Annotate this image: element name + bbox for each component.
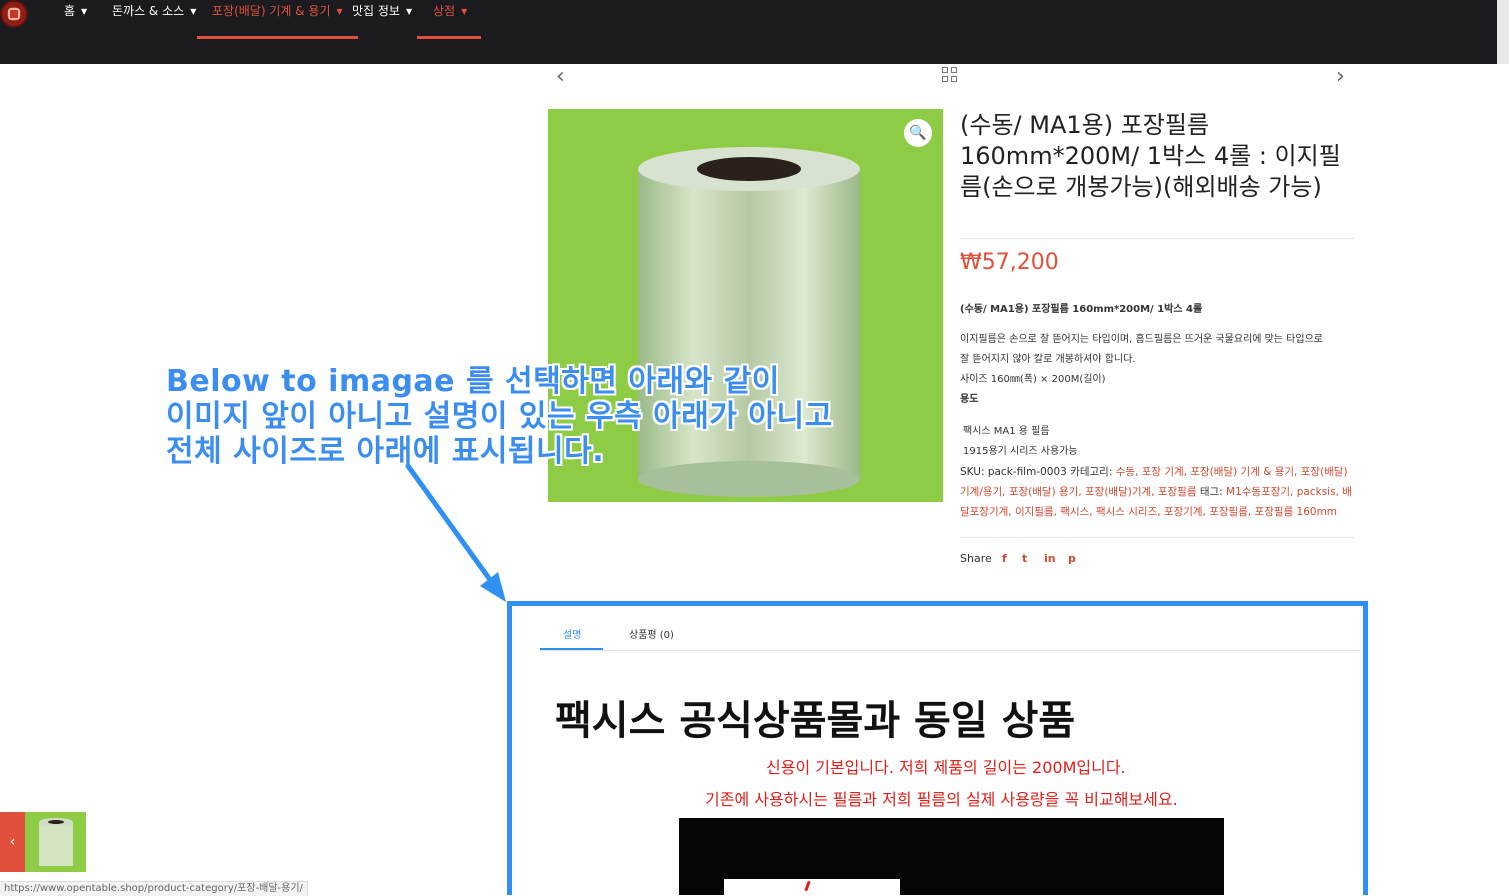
next-product-icon[interactable]: ›: [1336, 64, 1345, 89]
nav-label: 홈: [64, 4, 76, 18]
annotation-text: Below to imagae 를 선택하면 아래와 같이 이미지 앞이 아니고…: [166, 364, 833, 469]
chevron-down-icon: ▼: [81, 7, 88, 16]
status-bar-url: https://www.opentable.shop/product-categ…: [0, 881, 308, 896]
chevron-left-icon[interactable]: ‹: [0, 812, 25, 872]
top-navigation-bar: 홈 ▼ 돈까스 & 소스 ▼ 포장(배달) 기계 & 용기 ▼ 맛집 정보 ▼ 상점 ▼: [0, 0, 1509, 64]
nav-label: 상점: [433, 4, 456, 18]
pinterest-icon[interactable]: p: [1068, 552, 1076, 565]
product-price: ₩57,200: [960, 250, 1059, 275]
nav-label: 돈까스 & 소스: [112, 4, 185, 18]
chevron-down-icon: ▼: [190, 7, 197, 16]
nav-item-restaurants[interactable]: 맛집 정보 ▼: [352, 3, 412, 36]
nav-item-shop[interactable]: 상점 ▼: [417, 3, 482, 39]
chevron-down-icon: ▼: [336, 7, 343, 16]
category-label: 카테고리:: [1070, 466, 1113, 478]
nav-item-packaging[interactable]: 포장(배달) 기계 & 용기 ▼: [197, 3, 358, 39]
tag-label: 태그:: [1199, 486, 1223, 498]
nav-item-tonkatsu[interactable]: 돈까스 & 소스 ▼: [112, 3, 196, 36]
facebook-icon[interactable]: f: [1002, 552, 1007, 565]
zoom-icon[interactable]: 🔍: [904, 119, 932, 147]
size-line: 사이즈 160㎜(폭) × 200M(길이): [960, 374, 1106, 385]
annotation-line: 이미지 앞이 아니고 설명이 있는 우측 아래가 아니고: [166, 399, 833, 434]
nav-label: 포장(배달) 기계 & 용기: [212, 4, 331, 18]
annotation-arrow: [405, 463, 506, 602]
description-heading: 팩시스 공식상품몰과 동일 상품: [555, 698, 1076, 744]
tab-reviews[interactable]: 상품평 (0): [629, 626, 674, 641]
description-line: 이지필름은 손으로 잘 뜯어지는 타입이며, 홈드필름은 뜨거운 국물요리에 맞…: [960, 334, 1323, 345]
short-description-title: (수동/ MA1용) 포장필름 160mm*200M/ 1박스 4롤: [960, 304, 1203, 315]
annotation-line: Below to imagae 를 선택하면 아래와 같이: [166, 364, 780, 399]
product-meta: SKU: pack-film-0003 카테고리: 수동, 포장 기계, 포장(…: [960, 462, 1355, 522]
share-label: Share: [960, 552, 992, 565]
description-text: 기존에 사용하시는 필름과 저희 필름의 실제 사용량을 꼭 비교해보세요.: [705, 790, 1178, 809]
site-logo[interactable]: [0, 0, 28, 28]
description-line: 잘 뜯어지지 않아 칼로 개봉하셔야 합니다.: [960, 354, 1136, 365]
scrollbar[interactable]: [1497, 0, 1509, 64]
twitter-icon[interactable]: t: [1022, 552, 1027, 565]
tab-description[interactable]: 설명: [563, 626, 581, 641]
divider: [960, 238, 1355, 239]
product-title: (수동/ MA1용) 포장필름 160mm*200M/ 1박스 4롤 : 이지필…: [960, 111, 1341, 201]
product-thumbnail[interactable]: [25, 812, 86, 872]
description-text: 신용이 기본입니다. 저희 제품의 길이는 200M입니다.: [766, 758, 1126, 777]
chevron-down-icon: ▼: [461, 7, 468, 16]
linkedin-icon[interactable]: in: [1044, 552, 1056, 565]
sku: SKU: pack-film-0003: [960, 466, 1067, 478]
previous-product-icon[interactable]: ‹: [556, 64, 565, 89]
usage-label: 용도: [960, 394, 979, 405]
divider: [960, 537, 1355, 538]
nav-item-home[interactable]: 홈 ▼: [64, 3, 87, 36]
description-video[interactable]: [679, 818, 1224, 895]
video-frame: [724, 879, 900, 895]
grid-icon[interactable]: [942, 67, 958, 83]
usage-item: 1915용기 시리즈 사용가능: [963, 446, 1078, 457]
tab-divider: [540, 650, 1360, 651]
usage-item: 팩시스 MA1 용 필름: [963, 426, 1050, 437]
nav-label: 맛집 정보: [352, 4, 400, 18]
chevron-down-icon: ▼: [405, 7, 413, 16]
